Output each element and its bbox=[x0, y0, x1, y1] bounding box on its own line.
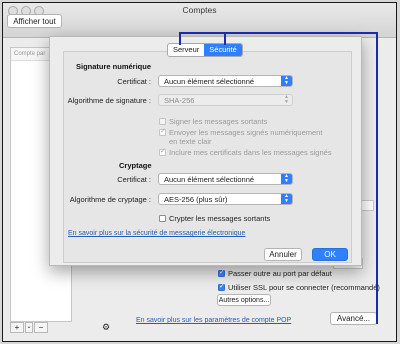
ok-button[interactable]: OK bbox=[312, 248, 348, 261]
cancel-button[interactable]: Annuler bbox=[264, 248, 302, 261]
send-clear-signed-option[interactable]: Envoyer les messages signés numériquemen… bbox=[159, 127, 322, 137]
accounts-window: Comptes Afficher tout Compte par + ⌄ − ⚙… bbox=[2, 2, 397, 342]
encryption-heading: Cryptage bbox=[119, 161, 152, 170]
account-list-tools: + ⌄ − bbox=[10, 322, 72, 333]
annotation-line bbox=[179, 32, 226, 34]
pop-settings-link[interactable]: En savoir plus sur les paramètres de com… bbox=[136, 317, 291, 324]
annotation-line bbox=[224, 32, 378, 34]
port-override-option[interactable]: Passer outre au port par défaut bbox=[218, 268, 332, 278]
more-options-button[interactable]: Autres options... bbox=[217, 294, 271, 306]
sign-outgoing-checkbox[interactable] bbox=[159, 118, 166, 125]
popup-arrows-icon: ▲ ▼ bbox=[281, 194, 292, 204]
tab-security[interactable]: Sécurité bbox=[204, 44, 242, 56]
settings-panel: Signature numérique Certificat : Aucun é… bbox=[63, 51, 352, 263]
hidden-field[interactable] bbox=[360, 200, 374, 211]
sheet-tabs: Serveur Sécurité bbox=[167, 43, 243, 57]
include-certificates-checkbox[interactable] bbox=[159, 147, 166, 156]
gear-icon[interactable]: ⚙ bbox=[102, 322, 122, 333]
signature-algorithm-popup[interactable]: SHA-256 ▲ ▼ bbox=[158, 94, 293, 106]
sign-outgoing-option[interactable]: Signer les messages sortants bbox=[159, 117, 267, 126]
security-sheet: Signature numérique Certificat : Aucun é… bbox=[49, 36, 362, 266]
encrypt-outgoing-checkbox[interactable] bbox=[159, 215, 166, 222]
include-certificates-option[interactable]: Inclure mes certificats dans les message… bbox=[159, 147, 332, 157]
send-clear-signed-checkbox[interactable] bbox=[159, 127, 166, 136]
send-clear-signed-label-cont: en texte clair bbox=[169, 137, 212, 146]
signature-heading: Signature numérique bbox=[76, 62, 152, 71]
signature-certificate-popup[interactable]: Aucun élément sélectionné ▲ ▼ bbox=[158, 75, 293, 87]
learn-more-security-link[interactable]: En savoir plus sur la sécurité de messag… bbox=[68, 230, 245, 237]
encryption-algorithm-popup[interactable]: AES-256 (plus sûr) ▲ ▼ bbox=[158, 193, 293, 205]
show-all-button[interactable]: Afficher tout bbox=[7, 14, 62, 28]
encryption-certificate-label: Certificat : bbox=[117, 175, 151, 184]
remove-account-button[interactable]: − bbox=[34, 322, 48, 333]
signature-certificate-label: Certificat : bbox=[117, 77, 151, 86]
encryption-algorithm-label: Algorithme de cryptage : bbox=[69, 195, 151, 204]
port-override-checkbox[interactable] bbox=[218, 268, 225, 277]
popup-arrows-icon: ▲ ▼ bbox=[281, 76, 292, 86]
add-account-button[interactable]: + bbox=[10, 322, 24, 333]
annotation-line bbox=[376, 32, 378, 324]
advanced-button[interactable]: Avancé... bbox=[330, 312, 377, 325]
encryption-certificate-popup[interactable]: Aucun élément sélectionné ▲ ▼ bbox=[158, 173, 293, 185]
tab-server[interactable]: Serveur bbox=[168, 44, 204, 56]
signature-algorithm-label: Algorithme de signature : bbox=[67, 96, 151, 105]
popup-arrows-icon: ▲ ▼ bbox=[281, 174, 292, 184]
popup-arrows-icon: ▲ ▼ bbox=[284, 94, 289, 105]
add-menu-chevron-icon[interactable]: ⌄ bbox=[25, 322, 33, 333]
use-ssl-checkbox[interactable] bbox=[218, 282, 225, 291]
use-ssl-option[interactable]: Utiliser SSL pour se connecter (recomman… bbox=[218, 282, 380, 292]
window-title: Comptes bbox=[182, 5, 217, 15]
encrypt-outgoing-option[interactable]: Crypter les messages sortants bbox=[159, 214, 270, 223]
